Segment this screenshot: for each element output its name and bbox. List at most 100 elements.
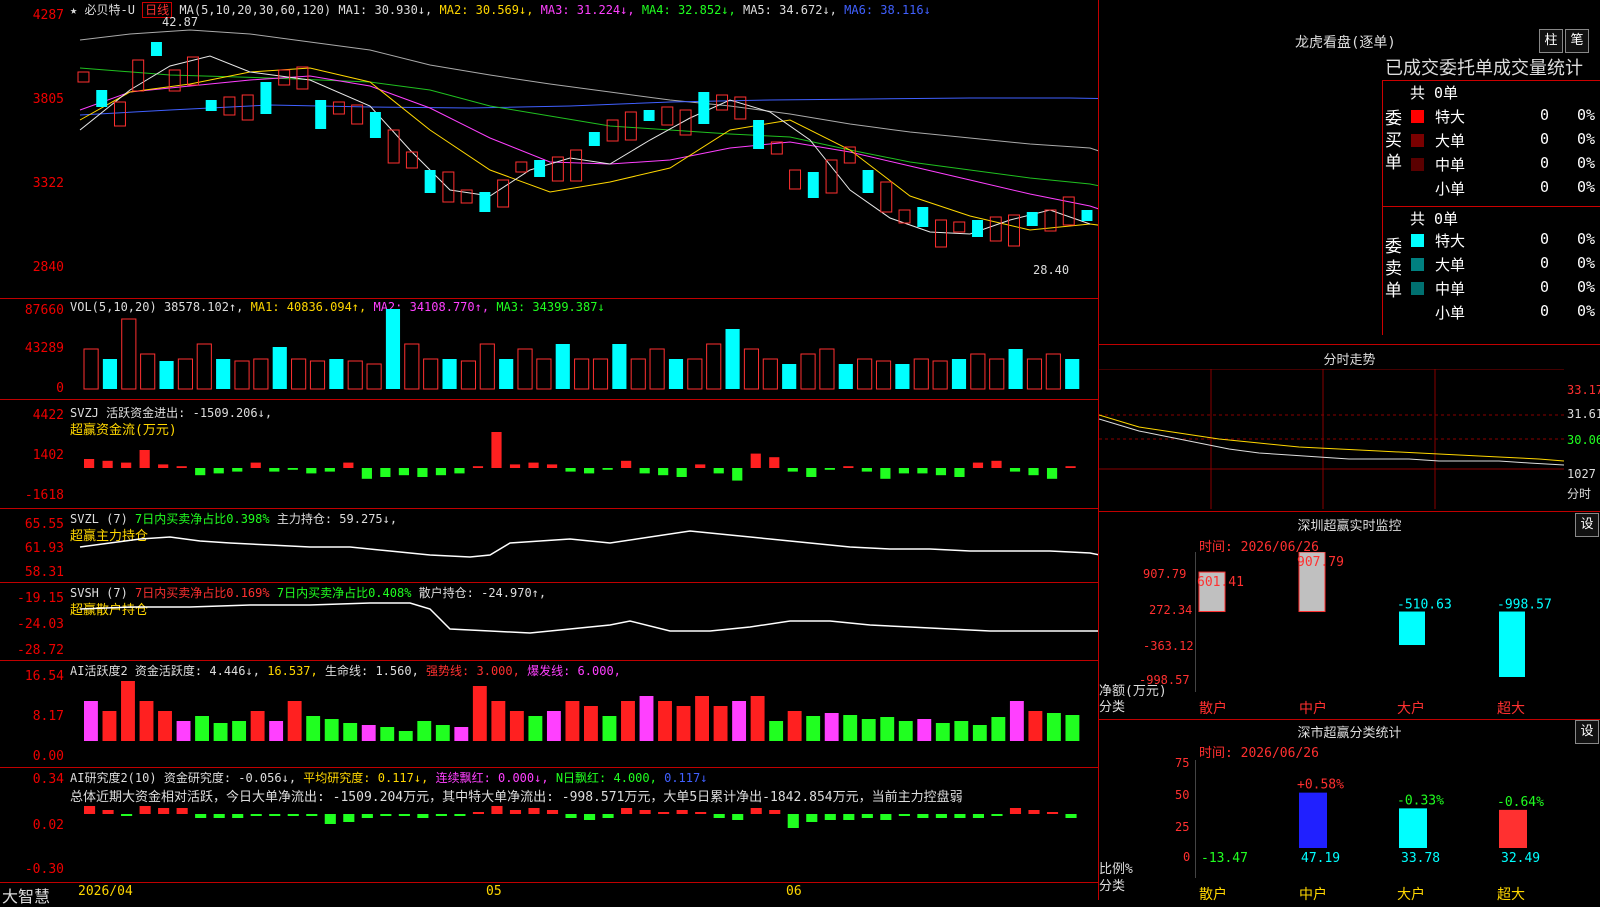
favorite-star-icon[interactable]: ★ bbox=[70, 3, 77, 17]
volume-bar bbox=[782, 364, 797, 389]
ai-active-bars bbox=[84, 681, 1080, 741]
bar bbox=[528, 808, 540, 814]
classification-panel[interactable]: 深市超赢分类统计 设 时间: 2026/06/26 75 50 25 0 比例%… bbox=[1099, 720, 1600, 903]
monitor-bar bbox=[1499, 611, 1525, 677]
classify-bar-label: -13.47 bbox=[1201, 851, 1248, 866]
monitor-cat-3: 大户 bbox=[1397, 701, 1425, 717]
activity-bar bbox=[435, 725, 450, 741]
bar bbox=[139, 450, 150, 468]
activity-bar bbox=[713, 706, 728, 741]
bar bbox=[750, 453, 761, 468]
candle bbox=[989, 216, 1002, 242]
bar bbox=[324, 468, 335, 472]
classify-top-label: -0.33% bbox=[1397, 793, 1444, 808]
activity-bar bbox=[750, 696, 765, 741]
volume-panel[interactable]: VOL(5,10,20) 38578.102↑, MA1: 40836.094↑… bbox=[0, 299, 1098, 400]
intraday-panel[interactable]: 分时走势 33.17 31.61 30.06 1027 分时 bbox=[1099, 345, 1600, 512]
volume-bar bbox=[234, 360, 250, 390]
bar bbox=[102, 810, 114, 814]
volume-bar bbox=[253, 358, 269, 390]
ai-active-axis-3: 0.00 bbox=[32, 749, 64, 764]
row-pct: 0% bbox=[1577, 254, 1596, 272]
activity-bar bbox=[935, 723, 950, 741]
bar bbox=[972, 462, 984, 468]
volume-bar bbox=[743, 348, 760, 390]
bar bbox=[639, 810, 651, 814]
candle bbox=[862, 170, 874, 193]
row-count: 0 bbox=[1540, 230, 1550, 248]
row-count: 0 bbox=[1540, 302, 1550, 320]
volume-bar bbox=[460, 360, 477, 390]
column-view-button[interactable]: 柱 bbox=[1539, 29, 1563, 53]
main-chart-area[interactable]: ★ 必贝特-U 日线 MA(5,10,20,30,60,120) MA1: 30… bbox=[0, 0, 1099, 906]
monitor-bar-label: -998.57 bbox=[1497, 598, 1552, 613]
activity-bar bbox=[843, 715, 858, 741]
bar bbox=[713, 814, 725, 818]
bar bbox=[361, 468, 372, 479]
volume-bar bbox=[329, 359, 344, 389]
classify-bar-label: 47.19 bbox=[1301, 851, 1340, 866]
candle bbox=[825, 159, 838, 194]
ai-active-axis-1: 16.54 bbox=[24, 669, 64, 684]
vol-axis-3: 0 bbox=[56, 381, 64, 396]
svzj-axis-2: 1402 bbox=[32, 448, 64, 463]
bottom-axis: 大智慧 2026/04 05 06 bbox=[0, 882, 1098, 906]
bar bbox=[1009, 808, 1022, 814]
candle bbox=[369, 112, 381, 138]
bar bbox=[139, 806, 151, 814]
candle bbox=[716, 94, 729, 111]
volume-bar bbox=[140, 353, 156, 390]
bar bbox=[843, 466, 854, 468]
monitor-settings-button[interactable]: 设 bbox=[1575, 513, 1599, 537]
svzj-panel[interactable]: SVZJ 活跃资金进出: -1509.206↓, 超赢资金流(万元) 4422 … bbox=[0, 400, 1098, 509]
volume-bar bbox=[857, 358, 873, 390]
candle bbox=[315, 100, 327, 129]
activity-bar bbox=[158, 711, 172, 741]
tick-view-button[interactable]: 笔 bbox=[1565, 29, 1589, 53]
activity-bar bbox=[213, 723, 228, 741]
bar bbox=[454, 468, 465, 474]
xl-sell-swatch bbox=[1411, 234, 1424, 247]
monitor-bar bbox=[1399, 611, 1425, 646]
bar bbox=[232, 468, 243, 472]
monitor-cat-1: 散户 bbox=[1199, 701, 1227, 717]
candle bbox=[132, 59, 145, 92]
activity-bar bbox=[972, 725, 987, 741]
row-count: 0 bbox=[1540, 278, 1550, 296]
ai-activity-panel[interactable]: AI活跃度2 资金活跃度: 4.446↓, 16.537, 生命线: 1.560… bbox=[0, 661, 1098, 768]
candlestick-chart[interactable] bbox=[70, 20, 1098, 298]
classify-cat-3: 大户 bbox=[1397, 887, 1425, 903]
bar bbox=[343, 462, 354, 468]
realtime-monitor-panel[interactable]: 深圳超赢实时监控 设 时间: 2026/06/26 907.79 272.34 … bbox=[1099, 512, 1600, 720]
volume-bar bbox=[592, 358, 609, 390]
price-panel[interactable]: ★ 必贝特-U 日线 MA(5,10,20,30,60,120) MA1: 30… bbox=[0, 0, 1098, 299]
candle bbox=[807, 172, 819, 198]
svsh-panel[interactable]: SVSH (7) 7日内买卖净占比0.169% 7日内买卖净占比0.408% 散… bbox=[0, 583, 1098, 661]
intraday-chart[interactable] bbox=[1099, 369, 1564, 509]
bar bbox=[584, 468, 595, 474]
ai-research-panel[interactable]: AI研究度2(10) 资金研究度: -0.056↓, 平均研究度: 0.117↓… bbox=[0, 768, 1098, 882]
svzl-axis-1: 65.55 bbox=[24, 517, 64, 532]
classify-settings-button[interactable]: 设 bbox=[1575, 720, 1599, 744]
classify-cat-1: 散户 bbox=[1199, 887, 1227, 903]
volume-bar bbox=[309, 360, 326, 390]
ma3-value: MA3: 31.224↓, bbox=[540, 3, 635, 17]
dragon-tiger-panel[interactable]: 龙虎看盘(逐单) 柱 笔 已成交委托单成交量统计 共 0单 委买单 共 0单 委… bbox=[1099, 0, 1600, 345]
bar bbox=[1065, 814, 1077, 818]
bar bbox=[158, 464, 169, 468]
activity-bar bbox=[102, 711, 117, 741]
row-count: 0 bbox=[1540, 130, 1550, 148]
svzl-panel[interactable]: SVZL (7) 7日内买卖净占比0.398% 主力持仓: 59.275↓, 超… bbox=[0, 509, 1098, 583]
candle bbox=[1026, 212, 1038, 226]
volume-bar bbox=[555, 344, 570, 389]
activity-bar bbox=[584, 706, 598, 741]
bar bbox=[602, 814, 614, 818]
activity-bar bbox=[287, 701, 302, 741]
bar bbox=[769, 810, 781, 814]
activity-bar bbox=[1028, 711, 1043, 741]
volume-bar bbox=[102, 359, 118, 389]
bar bbox=[84, 459, 95, 468]
month-05: 05 bbox=[486, 884, 502, 899]
candle bbox=[880, 181, 893, 213]
bar bbox=[880, 814, 892, 820]
